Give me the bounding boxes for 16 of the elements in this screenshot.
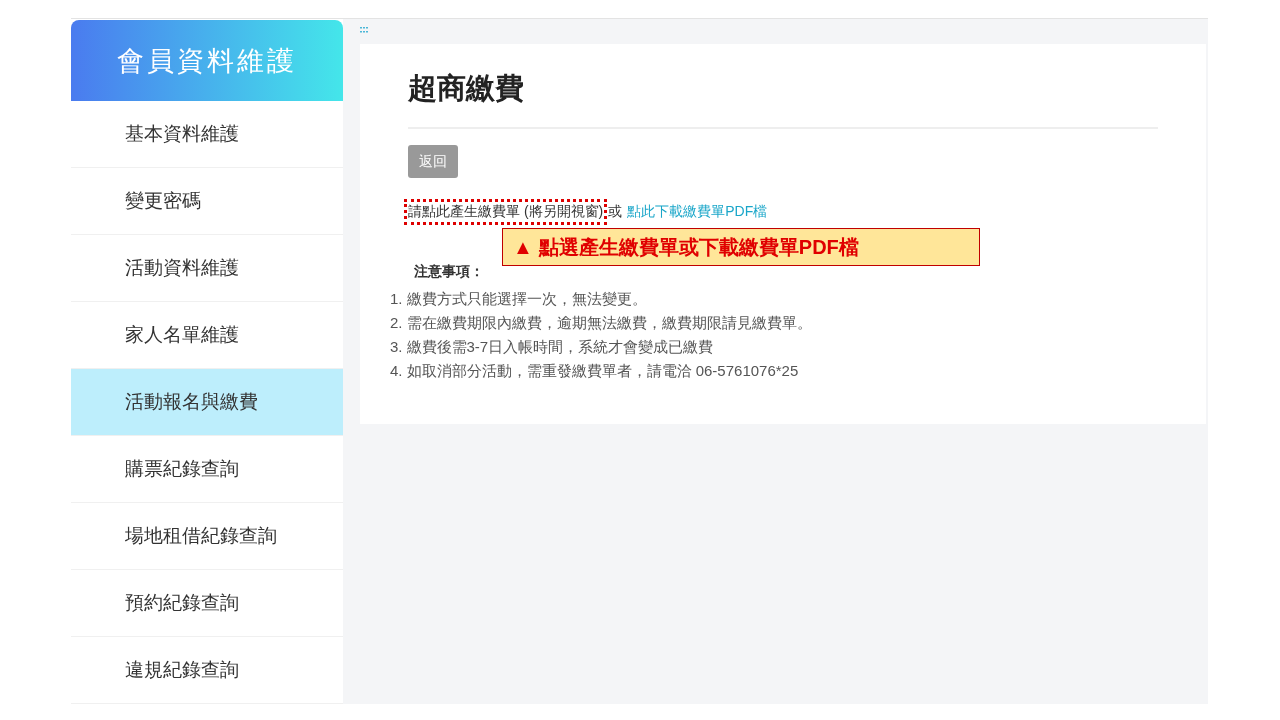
note-text: 需在繳費期限內繳費，逾期無法繳費，繳費期限請見繳費單。 (406, 313, 812, 333)
note-text: 繳費後需3-7日入帳時間，系統才會變成已繳費 (406, 337, 714, 357)
callout-text: 點選產生繳費單或下載繳費單PDF檔 (538, 234, 859, 260)
triangle-icon: ▲ (513, 235, 533, 259)
list-number: 2. (390, 313, 403, 333)
list-number: 1. (390, 289, 403, 309)
list-number: 4. (390, 361, 403, 381)
note-text: 如取消部分活動，需重發繳費單者，請電洽 06-5761076*25 (406, 361, 799, 381)
sidebar-item[interactable]: 活動報名與繳費 (71, 369, 343, 436)
list-number: 3. (390, 337, 403, 357)
note-text: 繳費方式只能選擇一次，無法變更。 (406, 289, 647, 309)
separator-text: 或 (608, 203, 623, 221)
sidebar-title: 會員資料維護 (117, 44, 297, 78)
page-title: 超商繳費 (408, 71, 525, 106)
drag-handle-icon[interactable] (360, 27, 368, 33)
notes-heading: 注意事項： (414, 263, 485, 281)
